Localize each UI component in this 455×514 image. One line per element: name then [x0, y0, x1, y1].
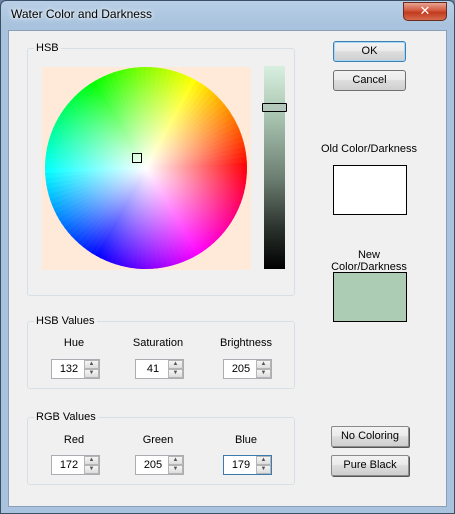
red-stepper[interactable]: 172 ▲ ▼ [51, 455, 100, 475]
hue-stepper[interactable]: 132 ▲ ▼ [51, 359, 100, 379]
brightness-label: Brightness [220, 337, 272, 349]
hsb-group-label: HSB [34, 42, 61, 55]
brightness-value[interactable]: 205 [227, 363, 255, 375]
color-wheel-area[interactable] [42, 67, 251, 270]
saturation-overlay [45, 67, 247, 269]
no-coloring-button[interactable]: No Coloring [331, 426, 409, 447]
hue-down-arrow-icon[interactable]: ▼ [84, 369, 99, 378]
close-icon: ✕ [419, 4, 431, 19]
saturation-down-arrow-icon[interactable]: ▼ [168, 369, 183, 378]
blue-up-arrow-icon[interactable]: ▲ [256, 456, 271, 465]
new-color-label: New Color/Darkness [331, 249, 407, 273]
hsb-group: HSB [27, 42, 295, 296]
rgb-values-label: RGB Values [34, 411, 98, 424]
green-label: Green [142, 434, 174, 446]
dialog-window: Water Color and Darkness ✕ HSB OK Cancel… [0, 0, 455, 514]
red-value[interactable]: 172 [55, 459, 83, 471]
ok-button[interactable]: OK [333, 41, 406, 62]
hue-label: Hue [63, 337, 85, 349]
hsb-values-group: HSB Values Hue 132 ▲ ▼ Saturation 41 ▲ ▼… [27, 315, 295, 389]
blue-value[interactable]: 179 [227, 459, 255, 471]
cancel-button[interactable]: Cancel [333, 70, 406, 91]
saturation-label: Saturation [132, 337, 184, 349]
color-selector-marker[interactable] [132, 153, 142, 163]
green-stepper[interactable]: 205 ▲ ▼ [135, 455, 184, 475]
old-color-label: Old Color/Darkness [321, 143, 417, 155]
blue-stepper[interactable]: 179 ▲ ▼ [223, 455, 272, 475]
saturation-stepper[interactable]: 41 ▲ ▼ [135, 359, 184, 379]
hue-value[interactable]: 132 [55, 363, 83, 375]
dialog-client-area: HSB OK Cancel Old Color/Darkness New Col… [8, 30, 447, 507]
old-color-swatch [333, 165, 407, 215]
brightness-slider-handle[interactable] [262, 102, 287, 112]
brightness-down-arrow-icon[interactable]: ▼ [256, 369, 271, 378]
pure-black-button[interactable]: Pure Black [331, 455, 409, 476]
title-bar[interactable]: Water Color and Darkness ✕ [1, 1, 454, 29]
green-value[interactable]: 205 [139, 459, 167, 471]
hsb-values-label: HSB Values [34, 315, 97, 328]
color-wheel[interactable] [42, 67, 251, 270]
brightness-up-arrow-icon[interactable]: ▲ [256, 360, 271, 369]
saturation-up-arrow-icon[interactable]: ▲ [168, 360, 183, 369]
blue-down-arrow-icon[interactable]: ▼ [256, 465, 271, 474]
hue-up-arrow-icon[interactable]: ▲ [84, 360, 99, 369]
brightness-slider-track[interactable] [264, 66, 285, 269]
red-down-arrow-icon[interactable]: ▼ [84, 465, 99, 474]
window-title: Water Color and Darkness [11, 7, 152, 21]
new-color-swatch [333, 272, 407, 322]
green-down-arrow-icon[interactable]: ▼ [168, 465, 183, 474]
rgb-values-group: RGB Values Red 172 ▲ ▼ Green 205 ▲ ▼ Blu… [27, 411, 295, 485]
brightness-stepper[interactable]: 205 ▲ ▼ [223, 359, 272, 379]
red-label: Red [63, 434, 85, 446]
saturation-value[interactable]: 41 [139, 363, 167, 375]
close-button[interactable]: ✕ [403, 2, 447, 21]
red-up-arrow-icon[interactable]: ▲ [84, 456, 99, 465]
blue-label: Blue [234, 434, 258, 446]
green-up-arrow-icon[interactable]: ▲ [168, 456, 183, 465]
